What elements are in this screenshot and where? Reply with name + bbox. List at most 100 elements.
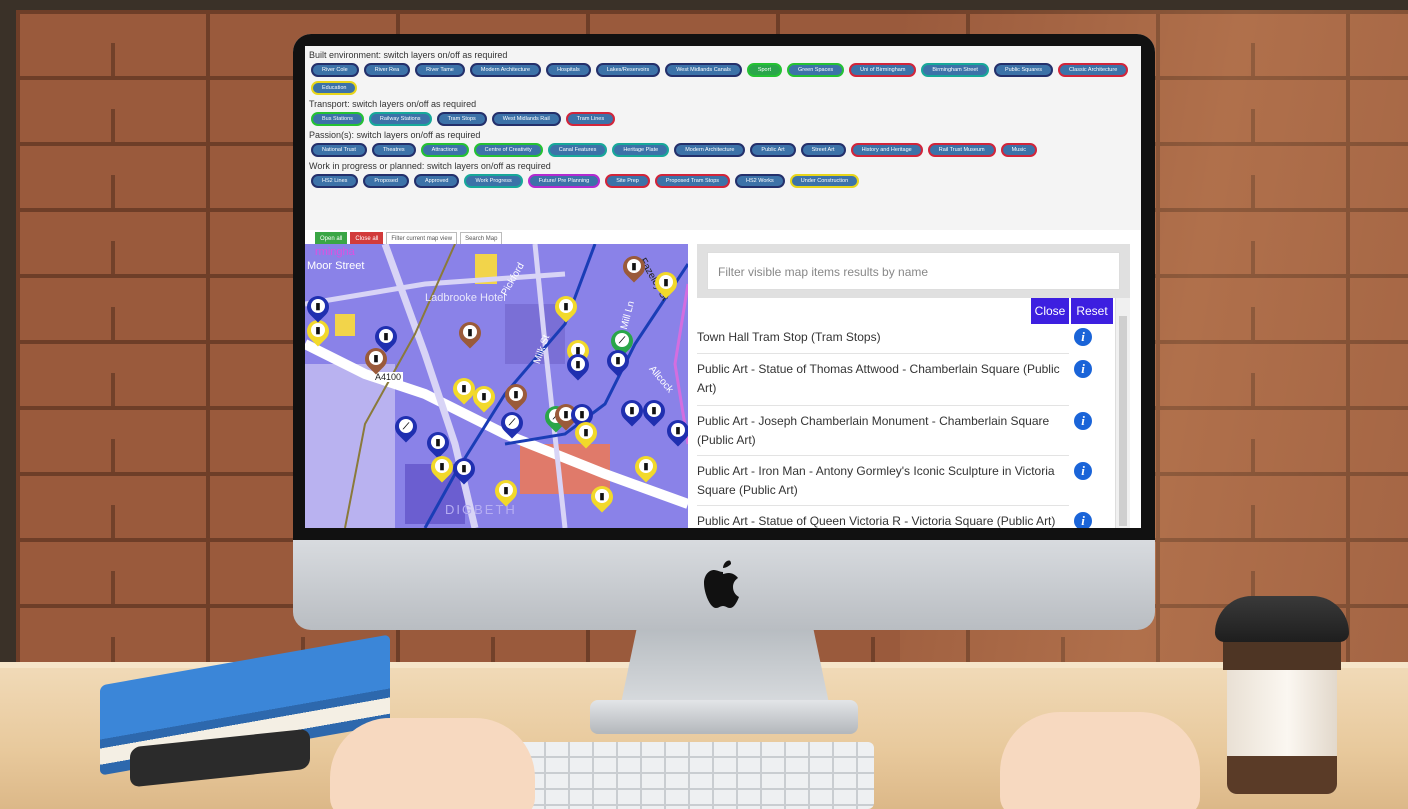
layer-button[interactable]: Future/ Pre Planning	[527, 174, 601, 188]
layer-button[interactable]: Approved	[413, 174, 460, 188]
layer-button[interactable]: Rail Trust Museum	[927, 143, 996, 157]
map-marker[interactable]: ▮	[630, 451, 662, 486]
map-marker[interactable]: ⟋	[390, 411, 422, 446]
layer-button[interactable]: River Tame	[415, 63, 465, 77]
layer-button[interactable]: West Midlands Canals	[665, 63, 742, 77]
layer-button[interactable]: Green Spaces	[786, 63, 845, 77]
marker-icon: ▮	[625, 403, 639, 417]
layer-button[interactable]: Tram Stops	[436, 112, 487, 126]
map-view[interactable]: rmingha Moor Street Ladbrooke Hotel Milk…	[305, 244, 688, 528]
layer-button[interactable]: Attractions	[420, 143, 469, 157]
layer-button[interactable]: Public Art	[750, 143, 796, 157]
map-marker[interactable]: ▮	[448, 453, 480, 488]
map-marker[interactable]: ▮	[500, 379, 532, 414]
map-marker[interactable]: ▮	[586, 481, 618, 516]
section-label-built: Built environment: switch layers on/off …	[309, 50, 508, 60]
close-button[interactable]: Close	[1031, 298, 1069, 324]
left-hand	[330, 718, 535, 809]
list-item[interactable]: Public Art - Joseph Chamberlain Monument…	[697, 412, 1069, 456]
map-marker[interactable]: ▮	[426, 451, 458, 486]
info-icon[interactable]: i	[1074, 512, 1092, 528]
map-marker[interactable]: ⟋	[496, 407, 528, 442]
layer-button[interactable]: West Midlands Rail	[491, 112, 561, 126]
marker-icon: ▮	[671, 423, 685, 437]
layer-button[interactable]: Public Squares	[993, 63, 1053, 77]
map-marker[interactable]: ▮	[618, 251, 650, 286]
map-marker[interactable]: ▮	[305, 291, 334, 326]
layer-button[interactable]: Canal Features	[547, 143, 608, 157]
map-marker[interactable]: ▮	[650, 267, 682, 302]
layer-button[interactable]: History and Heritage	[850, 143, 923, 157]
map-marker[interactable]: ▮	[468, 381, 500, 416]
layer-button[interactable]: HS2 Works	[735, 174, 785, 188]
marker-icon: ▮	[571, 357, 585, 371]
layer-button[interactable]: Bus Stations	[311, 112, 364, 126]
layer-button[interactable]: Railway Stations	[368, 112, 432, 126]
list-item[interactable]: Public Art - Iron Man - Antony Gormley's…	[697, 462, 1069, 506]
results-list: Close Reset Town Hall Tram Stop (Tram St…	[697, 298, 1130, 528]
layer-button[interactable]: Modern Architecture	[469, 63, 542, 77]
map-marker[interactable]: ▮	[360, 343, 392, 378]
marker-icon: ▮	[463, 325, 477, 339]
marker-icon: ▮	[379, 329, 393, 343]
layer-button[interactable]: Sport	[746, 63, 782, 77]
layer-button[interactable]: Hospitals	[546, 63, 591, 77]
layer-button[interactable]: Under Construction	[789, 174, 860, 188]
layer-button[interactable]: Work Progress	[464, 174, 523, 188]
layer-button[interactable]: Education	[311, 81, 358, 95]
layer-button[interactable]: National Trust	[311, 143, 367, 157]
monitor-stand	[620, 628, 830, 708]
layer-button[interactable]: Birmingham Street	[921, 63, 989, 77]
scroll-thumb[interactable]	[1119, 316, 1127, 526]
marker-icon: ▮	[647, 403, 661, 417]
list-item[interactable]: Public Art - Statue of Queen Victoria R …	[697, 512, 1069, 528]
layer-button[interactable]: Modern Architecture	[674, 143, 746, 157]
filter-input[interactable]: Filter visible map items results by name	[707, 252, 1120, 290]
marker-icon: ▮	[435, 459, 449, 473]
layer-button[interactable]: Proposed Tram Stops	[654, 174, 731, 188]
info-icon[interactable]: i	[1074, 462, 1092, 480]
map-marker[interactable]: ▮	[570, 417, 602, 452]
screen: Built environment: switch layers on/off …	[305, 46, 1141, 528]
info-icon[interactable]: i	[1074, 360, 1092, 378]
layer-button[interactable]: Music	[1000, 143, 1037, 157]
map-marker[interactable]: ▮	[562, 349, 594, 384]
marker-icon: ▮	[431, 435, 445, 449]
marker-icon: ▮	[311, 299, 325, 313]
map-marker[interactable]: ▮	[490, 475, 522, 510]
layer-button[interactable]: Lakes/Reservoirs	[595, 63, 661, 77]
scrollbar[interactable]	[1115, 298, 1130, 528]
layer-button[interactable]: Site Prep	[605, 174, 650, 188]
map-label: Ladbrooke Hotel	[425, 292, 506, 304]
marker-icon: ▮	[659, 275, 673, 289]
map-marker[interactable]: ▮	[448, 373, 480, 408]
layer-button[interactable]: HS2 Lines	[311, 174, 359, 188]
map-marker[interactable]: ▮	[602, 345, 634, 380]
layer-button[interactable]: Theatres	[371, 143, 416, 157]
info-icon[interactable]: i	[1074, 328, 1092, 346]
marker-icon: ⟋	[615, 333, 629, 347]
map-marker[interactable]: ▮	[616, 395, 648, 430]
section-label-passions: Passion(s): switch layers on/off as requ…	[309, 130, 481, 140]
layer-button[interactable]: Uni of Birmingham	[849, 63, 917, 77]
map-marker[interactable]: ▮	[550, 291, 582, 326]
map-marker[interactable]: ▮	[454, 317, 486, 352]
layer-button[interactable]: Proposed	[363, 174, 409, 188]
list-item[interactable]: Town Hall Tram Stop (Tram Stops)	[697, 328, 1069, 354]
layer-button[interactable]: Classic Architecture	[1057, 63, 1129, 77]
marker-icon: ▮	[595, 489, 609, 503]
layer-button[interactable]: Centre of Creativity	[473, 143, 543, 157]
pill-row-built: River Cole River Rea River Tame Modern A…	[309, 61, 1137, 98]
reset-button[interactable]: Reset	[1071, 298, 1113, 324]
layer-button[interactable]: Street Art	[800, 143, 846, 157]
info-icon[interactable]: i	[1074, 412, 1092, 430]
layer-button[interactable]: River Cole	[311, 63, 359, 77]
marker-icon: ▮	[579, 425, 593, 439]
map-marker[interactable]: ▮	[638, 395, 670, 430]
layer-button[interactable]: Tram Lines	[565, 112, 616, 126]
map-marker[interactable]: ▮	[662, 415, 688, 450]
layer-button[interactable]: Heritage Plate	[612, 143, 670, 157]
marker-icon: ▮	[639, 459, 653, 473]
layer-button[interactable]: River Rea	[363, 63, 411, 77]
list-item[interactable]: Public Art - Statue of Thomas Attwood - …	[697, 360, 1069, 406]
